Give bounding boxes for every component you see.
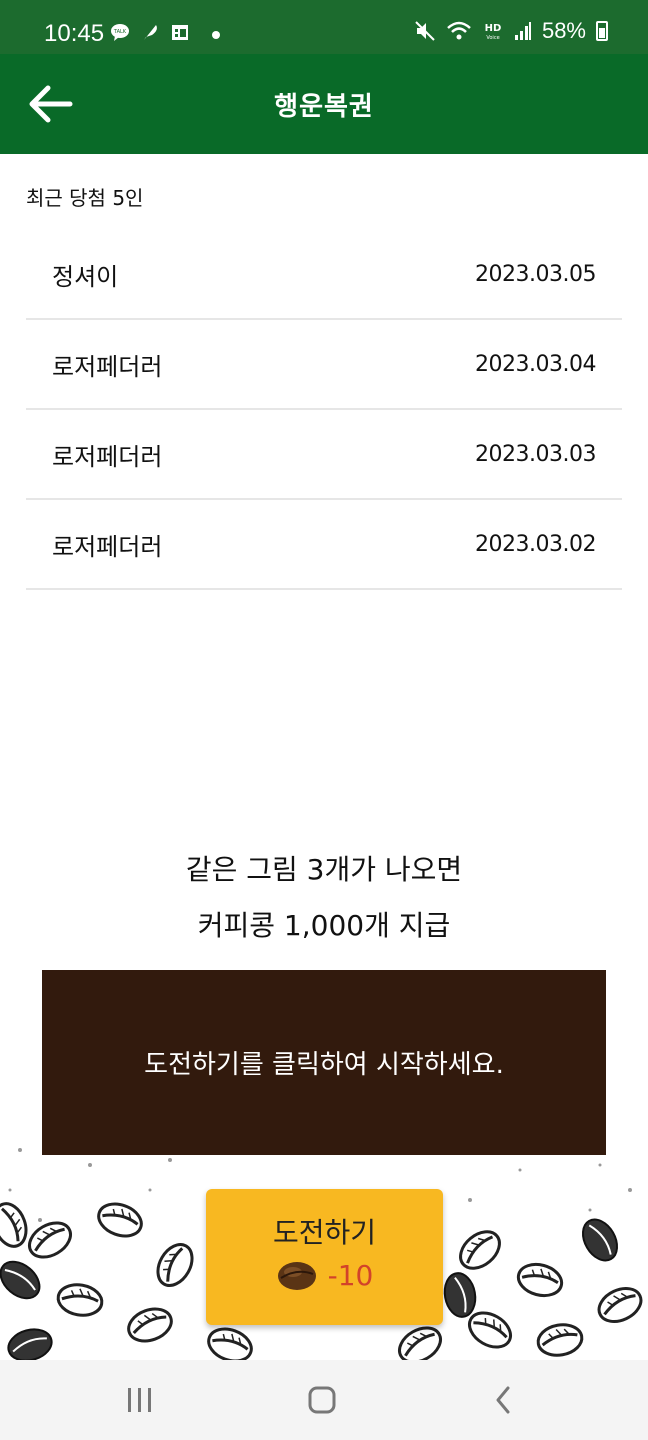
challenge-button[interactable]: 도전하기 -10 — [206, 1189, 443, 1325]
game-message: 도전하기를 클릭하여 시작하세요. — [144, 1050, 504, 1080]
recent-apps-button[interactable] — [118, 1380, 162, 1420]
winner-row: 로저페더러 2023.03.04 — [26, 320, 622, 410]
nav-back-button[interactable] — [482, 1380, 526, 1420]
cost-row: -10 — [206, 1259, 443, 1292]
feather-icon — [144, 25, 157, 40]
winner-name: 로저페더러 — [52, 532, 163, 561]
winners-heading: 최근 당첨 5인 — [26, 186, 144, 210]
winner-list: 정셔이 2023.03.05 로저페더러 2023.03.04 로저페더러 20… — [26, 230, 622, 590]
prize-reward: 커피콩 1,000개 지급 — [197, 909, 451, 942]
winner-date: 2023.03.05 — [475, 261, 596, 287]
slot-game-panel: 도전하기를 클릭하여 시작하세요. — [42, 970, 606, 1155]
home-button[interactable] — [300, 1380, 344, 1420]
battery-icon — [596, 21, 608, 41]
status-bar: 10:45 TALK HD Voice 58% — [0, 0, 648, 54]
system-nav-bar — [0, 1360, 648, 1440]
app-bar: 행운복권 — [0, 54, 648, 154]
back-icon — [496, 1386, 510, 1414]
winner-row: 정셔이 2023.03.05 — [26, 230, 622, 320]
svg-text:HD: HD — [485, 23, 502, 34]
coffee-bean-icon — [277, 1261, 316, 1290]
mute-icon — [415, 21, 435, 41]
winner-date: 2023.03.04 — [475, 351, 596, 377]
hd-voice-icon: HDVoice — [485, 23, 502, 41]
talk-icon: TALK — [111, 24, 129, 41]
signal-icon — [514, 22, 531, 40]
winner-row: 로저페더러 2023.03.03 — [26, 410, 622, 500]
prize-condition: 같은 그림 3개가 나오면 — [185, 853, 463, 886]
page-title: 행운복권 — [274, 92, 374, 122]
status-time: 10:45 — [44, 20, 105, 47]
winner-name: 로저페더러 — [52, 352, 163, 381]
winner-name: 정셔이 — [52, 262, 119, 291]
status-notification-icons: TALK — [110, 22, 220, 42]
home-icon — [308, 1386, 336, 1414]
winner-date: 2023.03.03 — [475, 441, 596, 467]
wifi-icon — [447, 21, 471, 40]
battery-percent: 58% — [541, 18, 586, 43]
dot-icon — [212, 31, 220, 39]
cost-value: -10 — [327, 1259, 374, 1292]
svg-text:TALK: TALK — [113, 29, 127, 35]
winner-row: 로저페더러 2023.03.02 — [26, 500, 622, 590]
svg-text:Voice: Voice — [486, 35, 499, 41]
challenge-label: 도전하기 — [272, 1216, 377, 1249]
recent-apps-icon — [128, 1388, 151, 1412]
calendar-icon — [172, 25, 188, 40]
status-system-icons: HD Voice 58% — [414, 18, 608, 44]
winner-name: 로저페더러 — [52, 442, 163, 471]
winner-date: 2023.03.02 — [475, 531, 596, 557]
